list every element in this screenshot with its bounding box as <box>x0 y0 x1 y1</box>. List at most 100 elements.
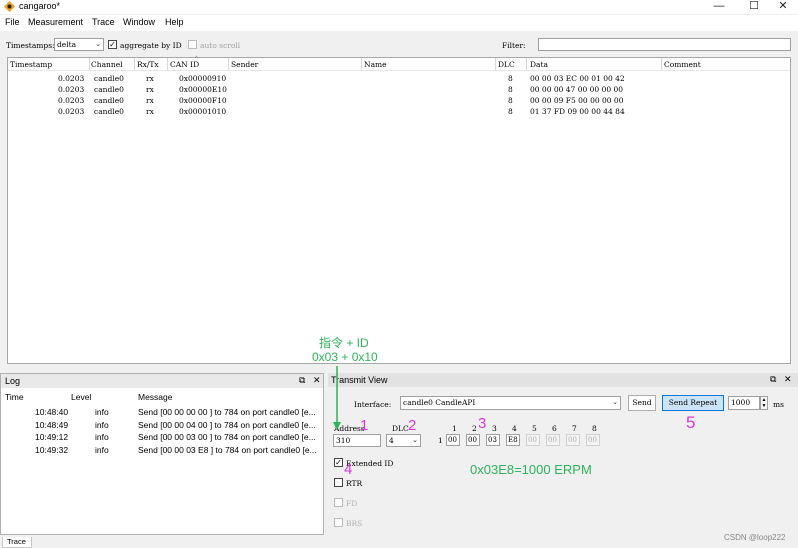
filter-input[interactable] <box>538 38 791 51</box>
interval-value: 1000 <box>731 398 751 407</box>
menu-window[interactable]: Window <box>123 17 155 27</box>
dlc-select[interactable]: 4 ⌄ <box>386 434 421 447</box>
interval-unit: ms <box>773 400 784 409</box>
data-byte-input[interactable]: 00 <box>586 434 600 446</box>
annotation-marker-1: 1 <box>360 417 369 434</box>
log-col-message[interactable]: Message <box>138 392 173 402</box>
col-data[interactable]: Data <box>530 60 548 69</box>
close-panel-icon[interactable]: ✕ <box>784 374 792 385</box>
rtr-checkbox[interactable] <box>334 478 343 487</box>
log-panel-title: Log <box>5 376 21 386</box>
close-button[interactable]: ✕ <box>766 0 798 14</box>
cell-timestamp: 0.0203 <box>58 107 85 116</box>
send-button[interactable]: Send <box>628 395 656 411</box>
annotation-hex-sum: 0x03 + 0x10 <box>312 350 378 364</box>
col-rxtx[interactable]: Rx/Tx <box>137 60 159 69</box>
log-message: Send [00 00 03 00 ] to 784 on port candl… <box>138 432 316 442</box>
cell-channel: candle0 <box>94 74 124 83</box>
status-bar: Trace CSDN @loop222 <box>0 533 798 548</box>
list-item[interactable]: 10:48:49 info Send [00 00 04 00 ] to 784… <box>1 420 323 432</box>
byte-number: 2 <box>472 424 477 433</box>
autoscroll-checkbox[interactable] <box>188 40 197 49</box>
cell-timestamp: 0.0203 <box>58 74 85 83</box>
log-level: info <box>95 432 109 442</box>
send-repeat-button[interactable]: Send Repeat <box>662 395 724 411</box>
address-value: 310 <box>336 436 351 445</box>
cell-canid: 0x00000E10 <box>179 85 227 94</box>
interface-value: candle0 CandleAPI <box>403 398 476 407</box>
cell-channel: candle0 <box>94 85 124 94</box>
float-panel-icon[interactable]: ⧉ <box>299 375 305 386</box>
menu-help[interactable]: Help <box>165 17 184 27</box>
log-col-time[interactable]: Time <box>5 392 24 402</box>
cell-dlc: 8 <box>508 85 513 94</box>
close-panel-icon[interactable]: ✕ <box>313 375 321 386</box>
col-channel[interactable]: Channel <box>91 60 123 69</box>
annotation-marker-3: 3 <box>478 415 487 432</box>
table-row[interactable]: 0.0203 candle0 rx 0x00000E10 8 00 00 00 … <box>8 84 790 95</box>
table-row[interactable]: 0.0203 candle0 rx 0x00001010 8 01 37 FD … <box>8 106 790 117</box>
interval-input[interactable]: 1000 <box>728 396 760 410</box>
menu-trace[interactable]: Trace <box>92 17 115 27</box>
address-input[interactable]: 310 <box>333 434 381 447</box>
cell-rxtx: rx <box>146 74 154 83</box>
aggregate-checkbox[interactable]: ✓ <box>108 40 117 49</box>
dlc-value: 4 <box>389 436 394 445</box>
menu-file[interactable]: File <box>5 17 20 27</box>
data-byte-input[interactable]: 00 <box>446 434 460 446</box>
interval-spinner[interactable]: ▲ ▼ <box>760 396 768 410</box>
col-sender[interactable]: Sender <box>231 60 258 69</box>
col-dlc[interactable]: DLC <box>498 60 515 69</box>
log-level: info <box>95 420 109 430</box>
list-item[interactable]: 10:49:32 info Send [00 00 03 E8 ] to 784… <box>1 445 323 457</box>
fd-checkbox[interactable] <box>334 498 343 507</box>
cell-dlc: 8 <box>508 74 513 83</box>
extended-id-checkbox[interactable]: ✓ <box>334 458 343 467</box>
col-comment[interactable]: Comment <box>664 60 701 69</box>
byte-number: 1 <box>452 424 457 433</box>
cell-data: 00 00 03 EC 00 01 00 42 <box>530 74 625 83</box>
list-item[interactable]: 10:49:12 info Send [00 00 03 00 ] to 784… <box>1 432 323 444</box>
float-panel-icon[interactable]: ⧉ <box>770 374 776 385</box>
data-byte-input[interactable]: 00 <box>546 434 560 446</box>
column-divider <box>228 58 229 70</box>
cell-dlc: 8 <box>508 96 513 105</box>
timestamps-select[interactable]: delta ⌄ <box>54 38 104 51</box>
data-byte-input[interactable]: E8 <box>506 434 520 446</box>
log-col-level[interactable]: Level <box>71 392 91 402</box>
filter-label: Filter: <box>502 41 526 50</box>
data-byte-input[interactable]: 00 <box>566 434 580 446</box>
transmit-panel-header: Transmit View ⧉ ✕ <box>328 373 798 387</box>
col-name[interactable]: Name <box>364 60 387 69</box>
table-row[interactable]: 0.0203 candle0 rx 0x00000910 8 00 00 03 … <box>8 73 790 84</box>
list-item[interactable]: 10:48:40 info Send [00 00 00 00 ] to 784… <box>1 407 323 419</box>
col-timestamp[interactable]: Timestamp <box>10 60 52 69</box>
interface-select[interactable]: candle0 CandleAPI ⌄ <box>400 396 621 410</box>
extended-id-label: Extended ID <box>346 459 394 468</box>
log-level: info <box>95 445 109 455</box>
cell-channel: candle0 <box>94 96 124 105</box>
brs-checkbox[interactable] <box>334 518 343 527</box>
data-byte-input[interactable]: 03 <box>486 434 500 446</box>
minimize-button[interactable]: — <box>702 0 736 14</box>
log-panel-header: Log ⧉ ✕ <box>1 374 323 388</box>
annotation-marker-2: 2 <box>408 417 417 434</box>
fd-label: FD <box>346 499 358 508</box>
column-divider <box>167 58 168 70</box>
column-divider <box>526 58 527 70</box>
tab-trace[interactable]: Trace <box>2 537 32 548</box>
menu-measurement[interactable]: Measurement <box>28 17 83 27</box>
trace-table: Timestamp Channel Rx/Tx CAN ID ^ Sender … <box>7 56 791 364</box>
cell-timestamp: 0.0203 <box>58 96 85 105</box>
log-message: Send [00 00 00 00 ] to 784 on port candl… <box>138 407 316 417</box>
log-time: 10:49:32 <box>35 445 69 455</box>
data-byte-input[interactable]: 00 <box>526 434 540 446</box>
log-time: 10:48:40 <box>35 407 69 417</box>
annotation-command-id: 指令 + ID <box>319 336 369 350</box>
cell-dlc: 8 <box>508 107 513 116</box>
chevron-down-icon: ⌄ <box>612 398 618 406</box>
table-row[interactable]: 0.0203 candle0 rx 0x00000F10 8 00 00 09 … <box>8 95 790 106</box>
timestamps-label: Timestamps: <box>6 41 55 50</box>
data-byte-input[interactable]: 00 <box>466 434 480 446</box>
watermark: CSDN @loop222 <box>724 533 786 542</box>
